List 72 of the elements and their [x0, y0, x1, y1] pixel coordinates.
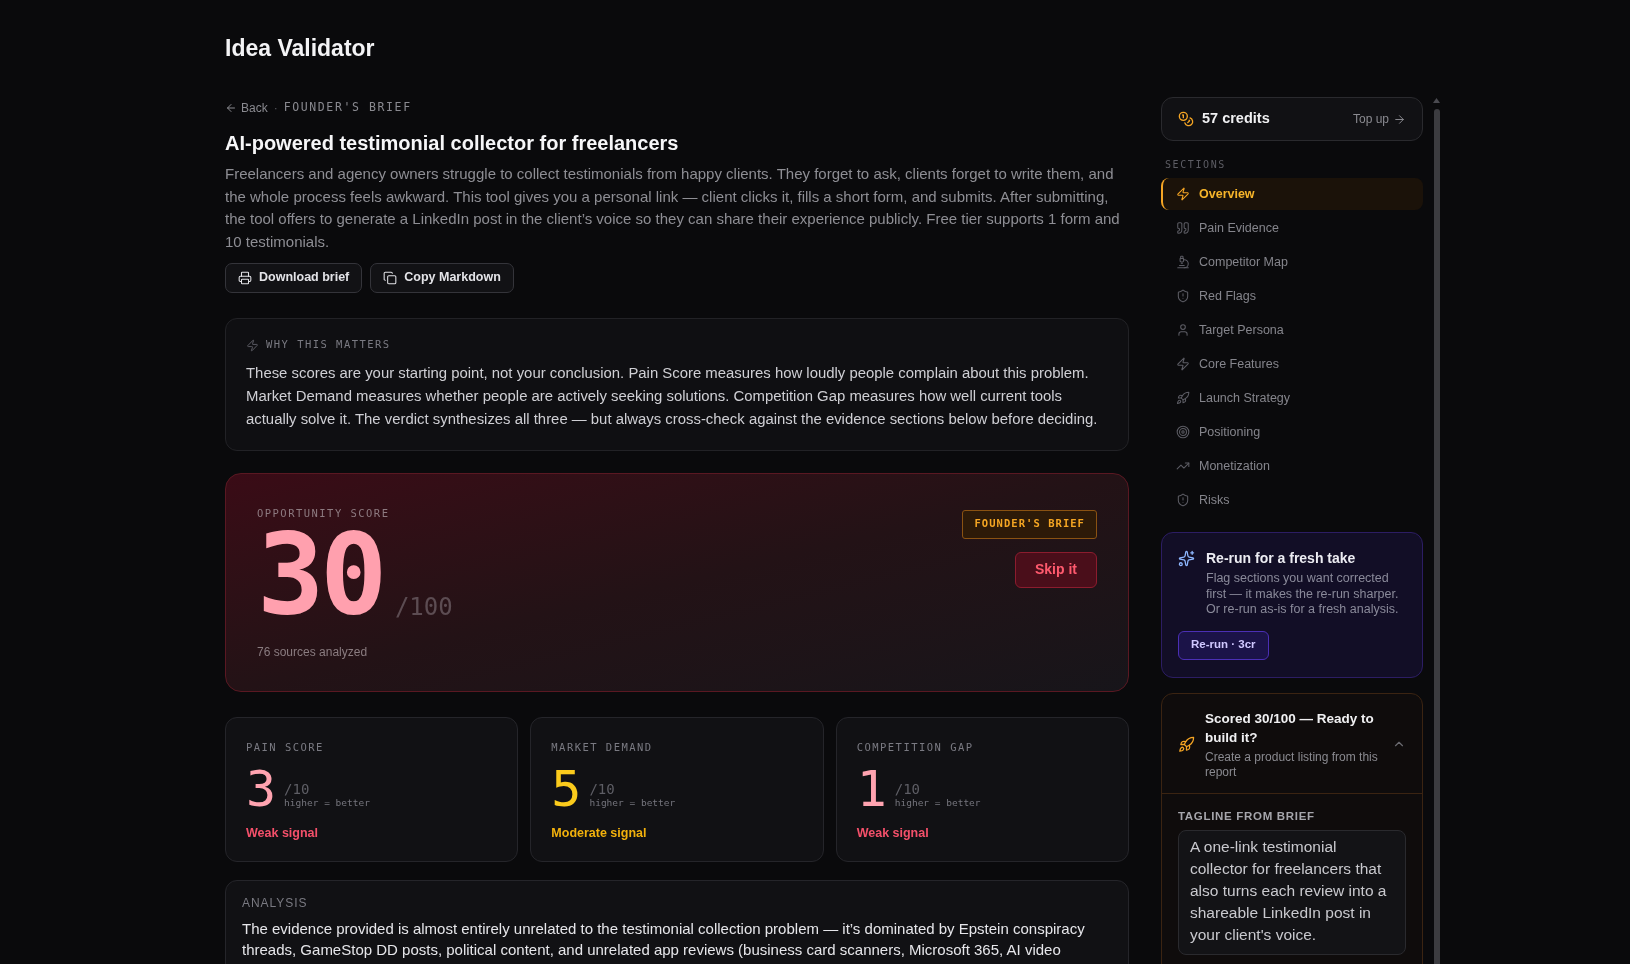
idea-title: AI-powered testimonial collector for freelancers: [225, 131, 679, 156]
build-title: Scored 30/100 — Ready to build it?: [1205, 709, 1375, 747]
report-type-badge: FOUNDER'S BRIEF: [962, 509, 1097, 539]
score-max: /100: [394, 592, 453, 621]
breadcrumb-section: FOUNDER'S BRIEF: [283, 99, 412, 117]
sparkles-icon: [1178, 550, 1195, 567]
signal-text: Weak signal: [246, 825, 319, 840]
score-hint: higher = better: [894, 796, 981, 808]
lightning-icon: [246, 338, 259, 352]
section-nav-item[interactable]: Target Persona: [1161, 314, 1423, 346]
analysis-text: The evidence provided is almost entirely unrelated to the testimonial collection problem — it’s dominated by Epstein conspiracy threads, GameStop DD posts, political content, and unrelated app reviews (business card scanners, Microsoft 365, AI video: [242, 918, 1086, 960]
quote-icon: [1176, 221, 1190, 235]
opportunity-score: 30: [257, 524, 383, 623]
rerun-text: Flag sections you want corrected first — it makes the re-run sharper. Or re-run as-is for a fresh analysis.: [1206, 571, 1400, 618]
section-nav-item[interactable]: Monetization: [1161, 450, 1423, 482]
score-label: PAIN SCORE: [246, 740, 324, 753]
arrow-right-icon: [1393, 112, 1406, 126]
tagline-label: TAGLINE FROM BRIEF: [1178, 808, 1315, 823]
action-button[interactable]: Download brief: [225, 262, 363, 293]
person-icon: [1176, 323, 1190, 337]
back-arrow-icon: [225, 102, 237, 114]
scrollbar-thumb[interactable]: [1433, 109, 1440, 964]
tagline-field[interactable]: A one-link testimonial collector for freelancers that also turns each review into a shareable LinkedIn post in your client's voice.: [1178, 829, 1406, 955]
printer-icon: [238, 270, 252, 285]
score-hint: higher = better: [284, 796, 370, 808]
score-hint: higher = better: [589, 796, 676, 808]
rerun-title: Re-run for a fresh take: [1206, 549, 1356, 567]
section-nav-item[interactable]: Core Features: [1161, 348, 1423, 380]
lightning-icon: [1176, 187, 1190, 201]
opportunity-label: OPPORTUNITY SCORE: [257, 506, 390, 519]
lightning-icon: [1176, 357, 1190, 371]
microscope-icon: [1176, 255, 1190, 269]
breadcrumb-separator: ·: [273, 100, 278, 117]
section-nav-item[interactable]: Red Flags: [1161, 280, 1423, 312]
section-nav-item[interactable]: Competitor Map: [1161, 246, 1423, 278]
section-nav-item[interactable]: Overview: [1161, 178, 1423, 210]
app-title: Idea Validator: [225, 34, 375, 63]
score-value: 3: [246, 766, 277, 811]
score-value: 1: [856, 766, 887, 811]
copy-icon: [383, 270, 398, 285]
info-text: These scores are your starting point, not your conclusion. Pain Score measures how loudly people complain about this problem. Market Demand measures whether people are actively seeking solutions. Competition Gap measures how well current tools actually solve it. The verdict synthesizes all three — but always cross-check against the evidence sections below before deciding.: [246, 363, 1099, 429]
score-max: /10: [284, 781, 310, 797]
idea-description: Freelancers and agency owners struggle to collect testimonials from happy clients. They forget to ask, clients forget to write them, and the whole process feels awkward. This tool gives you a personal link — client clicks it, fills a short form, and submits. After submitting, the tool offers to generate a LinkedIn post in the client’s voice so they can share their experience publicly. Free tier supports 1 form and 10 testimonials.: [225, 164, 1121, 253]
sources-count: 76 sources analyzed: [257, 644, 368, 659]
top-up-link[interactable]: Top up: [1352, 110, 1406, 128]
shield-alert-icon: [1176, 493, 1190, 507]
info-heading: WHY THIS MATTERS: [266, 337, 391, 353]
target-icon: [1176, 425, 1190, 439]
rocket-icon: [1176, 391, 1190, 405]
analysis-heading: ANALYSIS: [242, 895, 308, 910]
shield-alert-icon: [1176, 289, 1190, 303]
rocket-icon: [1178, 735, 1195, 753]
score-label: MARKET DEMAND: [551, 740, 653, 753]
coins-icon: [1178, 111, 1194, 127]
sections-heading: SECTIONS: [1165, 159, 1226, 171]
section-nav-item[interactable]: Pain Evidence: [1161, 212, 1423, 244]
verdict-badge: Skip it: [1015, 551, 1097, 588]
section-nav-item[interactable]: Risks: [1161, 484, 1423, 516]
section-nav-item[interactable]: Positioning: [1161, 416, 1423, 448]
rerun-button[interactable]: Re-run · 3cr: [1178, 630, 1269, 660]
back-link[interactable]: Back: [225, 99, 268, 117]
signal-text: Moderate signal: [551, 825, 647, 840]
score-value: 5: [551, 766, 582, 811]
score-label: COMPETITION GAP: [856, 740, 974, 753]
signal-text: Weak signal: [856, 825, 929, 840]
score-max: /10: [894, 781, 921, 797]
action-button[interactable]: Copy Markdown: [370, 262, 514, 293]
build-subtitle: Create a product listing from this report: [1205, 749, 1379, 780]
score-max: /10: [589, 781, 615, 797]
credits-amount: 57 credits: [1202, 109, 1270, 129]
scroll-up-icon[interactable]: [1433, 98, 1440, 103]
section-nav-item[interactable]: Launch Strategy: [1161, 382, 1423, 414]
